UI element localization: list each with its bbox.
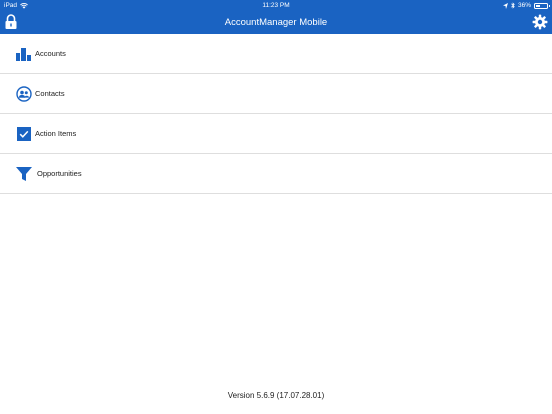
gear-icon: [532, 14, 548, 30]
status-right: 36%: [502, 0, 550, 11]
bar-chart-icon: [16, 47, 31, 61]
bluetooth-icon: [511, 2, 515, 9]
app-header: iPad 11:23 PM 36% AccountManager Mobile: [0, 0, 552, 34]
menu-item-label: Opportunities: [37, 169, 82, 178]
status-time: 11:23 PM: [262, 2, 290, 9]
menu-item-label: Accounts: [35, 49, 66, 58]
menu-item-contacts[interactable]: Contacts: [0, 74, 552, 114]
menu-item-label: Contacts: [35, 89, 65, 98]
page-title: AccountManager Mobile: [224, 17, 328, 28]
battery-fill: [536, 4, 540, 7]
settings-button[interactable]: [532, 14, 548, 30]
menu-item-accounts[interactable]: Accounts: [0, 34, 552, 74]
main-menu: Accounts Contacts Action Items Opportuni…: [0, 34, 552, 194]
menu-item-action-items[interactable]: Action Items: [0, 114, 552, 154]
contacts-icon: [16, 85, 32, 102]
version-label: Version 5.6.9 (17.07.28.01): [227, 391, 325, 400]
battery-percent: 36%: [517, 2, 531, 9]
status-bar: iPad 11:23 PM 36%: [0, 0, 552, 11]
menu-item-opportunities[interactable]: Opportunities: [0, 154, 552, 194]
battery-icon: [534, 2, 550, 9]
menu-item-label: Action Items: [35, 129, 77, 138]
checkbox-icon: [17, 126, 31, 141]
funnel-icon: [16, 166, 32, 181]
location-icon: [502, 2, 508, 9]
